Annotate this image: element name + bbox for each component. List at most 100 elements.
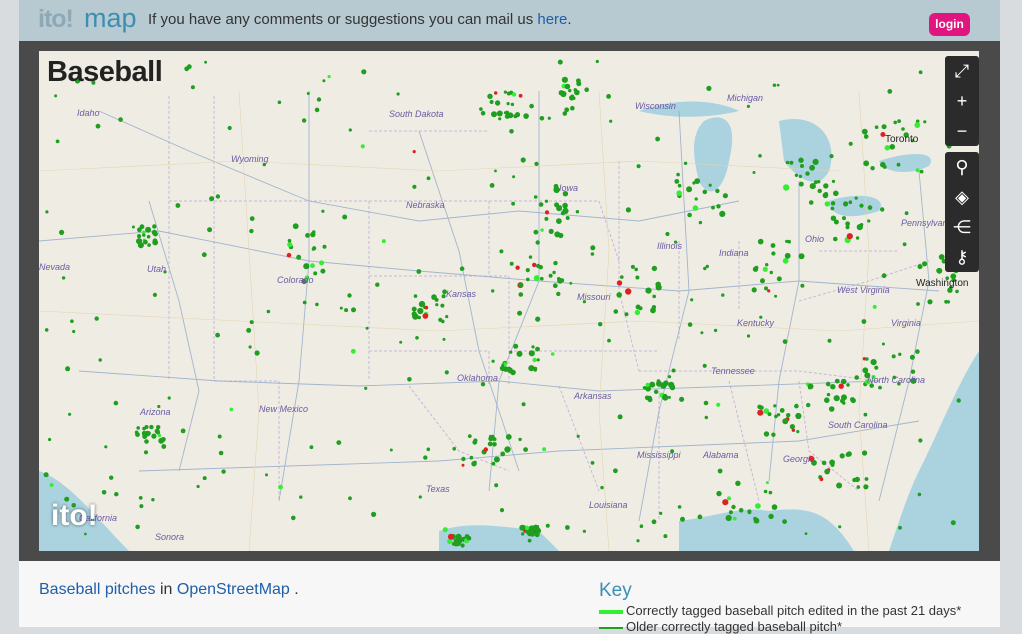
pitch-marker xyxy=(680,516,685,522)
map-logo-text[interactable]: map xyxy=(84,3,137,34)
osm-link[interactable]: OpenStreetMap xyxy=(177,581,290,598)
pitches-link[interactable]: Baseball pitches xyxy=(39,581,156,598)
pitch-marker xyxy=(839,453,845,459)
pitch-marker xyxy=(525,268,530,273)
pitch-marker xyxy=(144,425,149,429)
pitch-marker xyxy=(600,485,604,490)
pitch-marker xyxy=(544,210,550,215)
pitch-marker xyxy=(309,445,314,450)
pitch-marker xyxy=(145,226,152,233)
pitch-marker xyxy=(613,309,619,314)
mail-link[interactable]: here xyxy=(537,11,567,28)
pitch-marker xyxy=(519,524,526,531)
pitch-marker xyxy=(494,91,498,95)
key-title: Key xyxy=(599,580,632,601)
pitch-marker xyxy=(536,526,540,530)
city-label: Toronto xyxy=(885,134,919,145)
pitch-marker xyxy=(68,412,72,416)
pitch-marker xyxy=(347,293,352,298)
search-icon[interactable]: ⚲ xyxy=(945,152,979,182)
login-button[interactable]: login xyxy=(929,13,970,36)
pitch-marker xyxy=(141,430,147,436)
pitch-marker xyxy=(249,320,254,325)
pitch-marker xyxy=(804,532,808,535)
pitch-marker xyxy=(863,412,868,417)
pitch-marker xyxy=(787,239,791,244)
pitch-marker xyxy=(98,358,102,362)
pitch-marker xyxy=(789,424,796,430)
share-icon[interactable]: ⋲ xyxy=(945,212,979,242)
pitch-marker xyxy=(135,524,140,530)
pitch-marker xyxy=(916,302,920,306)
pitch-marker xyxy=(204,60,208,64)
pitch-marker xyxy=(135,432,140,437)
pitch-marker xyxy=(265,473,268,477)
pitch-marker xyxy=(833,395,840,402)
pitch-marker xyxy=(459,266,465,271)
pitch-marker xyxy=(151,229,158,236)
pitch-marker xyxy=(287,242,293,248)
pitch-marker xyxy=(350,348,356,354)
fullscreen-icon[interactable]: ⤢ xyxy=(945,56,979,86)
pitch-marker xyxy=(416,269,422,274)
pitch-marker xyxy=(956,398,961,403)
pitch-marker xyxy=(303,263,310,270)
pitch-marker xyxy=(854,196,858,200)
pitch-marker xyxy=(447,533,454,540)
pitch-marker xyxy=(917,492,922,497)
pitch-marker xyxy=(590,461,595,465)
pitch-marker xyxy=(460,543,465,548)
layers-icon[interactable]: ◈ xyxy=(945,182,979,212)
pitch-marker xyxy=(65,366,71,372)
ito-logo[interactable]: ito! xyxy=(38,5,74,34)
pitch-marker xyxy=(898,352,902,356)
pitch-marker xyxy=(704,415,708,420)
pitch-marker xyxy=(687,322,693,327)
state-label: West Virginia xyxy=(837,285,890,295)
pitch-marker xyxy=(808,200,814,205)
pitch-marker xyxy=(716,402,721,407)
zoom-out-icon[interactable]: − xyxy=(945,116,979,146)
pitch-marker xyxy=(825,381,831,387)
key-icon[interactable]: ⚷ xyxy=(945,242,979,272)
pitch-marker xyxy=(532,262,537,268)
pitch-marker xyxy=(336,440,342,445)
pitch-marker xyxy=(809,164,815,171)
pitch-marker xyxy=(702,363,707,368)
pitch-marker xyxy=(828,406,835,412)
pitch-marker xyxy=(796,430,800,434)
pitch-marker xyxy=(544,199,549,203)
zoom-in-icon[interactable]: + xyxy=(945,86,979,116)
map-toolbar: ⤢ + − ⚲ ◈ ⋲ ⚷ xyxy=(945,56,979,278)
pitch-marker xyxy=(542,447,547,452)
pitch-marker xyxy=(364,386,368,390)
pitch-marker xyxy=(552,283,558,289)
zoom-controls: ⤢ + − xyxy=(945,56,979,146)
pitch-marker xyxy=(782,257,789,264)
pitch-marker xyxy=(491,111,497,118)
pitch-marker xyxy=(516,350,523,357)
pitch-marker xyxy=(870,166,875,171)
pitch-marker xyxy=(556,218,562,225)
pitch-marker xyxy=(467,434,472,438)
pitch-marker xyxy=(771,504,778,510)
pitch-marker xyxy=(142,233,146,237)
pitch-marker xyxy=(757,409,764,416)
pitch-marker xyxy=(569,95,575,101)
pitch-marker xyxy=(479,107,483,111)
pitch-marker xyxy=(113,400,119,406)
pitch-marker xyxy=(146,234,151,239)
ito-watermark-logo: ito! xyxy=(51,499,98,532)
pitch-marker xyxy=(510,102,515,107)
pitch-marker xyxy=(584,87,589,92)
pitch-marker xyxy=(532,357,537,363)
pitch-marker xyxy=(645,287,652,294)
pitch-marker xyxy=(101,490,107,495)
pitch-marker xyxy=(564,107,570,113)
pitch-marker xyxy=(568,88,572,93)
map-canvas[interactable]: Baseball Idaho South Dakota Wisconsin Mi… xyxy=(39,51,979,551)
pitch-marker xyxy=(494,100,501,106)
pitch-marker xyxy=(768,513,774,520)
pitch-marker xyxy=(819,477,824,482)
pitch-marker xyxy=(570,105,575,111)
